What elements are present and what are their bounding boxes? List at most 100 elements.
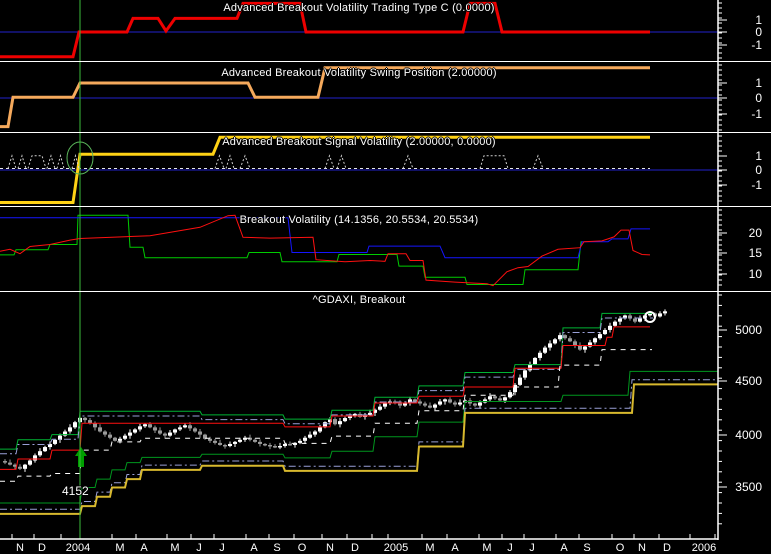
candle-body — [148, 424, 152, 428]
candle-body — [433, 404, 437, 408]
signal-bump — [532, 154, 544, 169]
pane-breakout-volatility[interactable] — [0, 214, 651, 287]
candle-body — [53, 439, 57, 444]
x-axis-month-label: N — [326, 542, 334, 554]
chart-canvas[interactable] — [0, 0, 771, 554]
y-axis-value-label: 20 — [748, 226, 762, 240]
candle-body — [228, 443, 232, 447]
candle-body — [218, 442, 222, 445]
candle-body — [183, 425, 187, 428]
series-trading-type-c — [0, 1, 650, 59]
candle-body — [113, 437, 117, 441]
pane-swing-position[interactable] — [0, 66, 718, 129]
candle-body — [438, 401, 442, 405]
x-axis-month-label: A — [140, 542, 148, 554]
candle-body — [633, 318, 637, 322]
candle-body — [38, 451, 42, 456]
candle-body — [658, 313, 662, 317]
pane-trading-type[interactable] — [0, 1, 718, 59]
signal-bump — [225, 154, 235, 169]
candle-body — [568, 338, 572, 342]
series-swing-position — [0, 66, 650, 129]
candle-body — [583, 346, 587, 350]
candle-body — [443, 399, 447, 402]
candle-body — [448, 399, 452, 403]
series-band-lower-lavender — [0, 379, 718, 510]
y-axis-value-label: 1 — [755, 149, 762, 163]
candle-body — [133, 429, 137, 433]
candle-body — [98, 427, 102, 432]
series-band-mid-red — [0, 326, 650, 470]
x-axis-month-label: M — [115, 542, 125, 554]
x-axis-month-label: J — [529, 542, 535, 554]
candle-body — [143, 424, 147, 427]
pane-gdaxi[interactable] — [0, 309, 720, 515]
x-axis-month-label: A — [250, 542, 258, 554]
candle-body — [23, 464, 27, 469]
candle-body — [618, 318, 622, 322]
candle-body — [598, 334, 602, 339]
candle-body — [173, 429, 177, 433]
y-axis-value-label: 4500 — [735, 374, 762, 388]
candle-body — [73, 422, 77, 428]
y-axis-value-label: 15 — [748, 246, 762, 260]
pane-signal-volatility[interactable] — [0, 135, 718, 205]
candle-body — [358, 413, 362, 417]
candle-body — [453, 402, 457, 405]
candle-body — [298, 440, 302, 443]
candle-body — [473, 403, 477, 406]
candle-body — [273, 446, 277, 448]
candle-body — [93, 423, 97, 428]
candle-body — [578, 345, 582, 350]
x-axis-month-label: J — [219, 542, 225, 554]
y-axis-value-label: 0 — [755, 163, 762, 177]
candle-body — [138, 426, 142, 430]
x-axis-month-label: M — [170, 542, 180, 554]
x-axis-month-label: S — [273, 542, 281, 554]
candle-body — [523, 370, 527, 378]
candle-body — [333, 419, 337, 425]
y-axis-value-label: 0 — [755, 91, 762, 105]
candle-body — [308, 434, 312, 438]
signal-bump — [7, 154, 17, 169]
candle-body — [603, 329, 607, 335]
candle-body — [18, 466, 22, 469]
signal-bump — [46, 154, 56, 169]
signal-bump — [324, 154, 335, 169]
candle-body — [158, 430, 162, 434]
candle-body — [428, 405, 432, 408]
candle-body — [193, 428, 197, 432]
x-axis-month-label: N — [16, 542, 24, 554]
candle-body — [223, 444, 227, 447]
y-axis-value-label: -1 — [751, 178, 762, 192]
series-volatility-green — [0, 214, 582, 285]
candle-body — [613, 321, 617, 326]
candle-body — [268, 444, 272, 447]
y-axis-value-label: -1 — [751, 107, 762, 121]
series-band-upper-green — [0, 312, 653, 450]
candle-body — [8, 462, 12, 465]
x-axis-month-label: S — [583, 542, 591, 554]
y-axis-value-label: 4000 — [735, 428, 762, 442]
candle-body — [418, 401, 422, 404]
candle-body — [188, 425, 192, 429]
candle-body — [488, 396, 492, 400]
x-axis-month-label: M — [482, 542, 492, 554]
candle-body — [638, 318, 642, 322]
series-volatility-red — [0, 214, 651, 287]
candle-body — [263, 443, 267, 446]
candle-body — [213, 440, 217, 443]
candle-body — [288, 443, 292, 446]
candle-body — [313, 431, 317, 435]
candle-body — [498, 398, 502, 401]
candle-body — [123, 435, 127, 439]
x-axis-month-label: 2004 — [65, 542, 91, 554]
candle-body — [398, 403, 402, 406]
signal-bump — [336, 154, 347, 169]
candle-body — [378, 406, 382, 410]
candle-body — [508, 392, 512, 398]
candle-body — [538, 352, 542, 358]
candle-body — [553, 339, 557, 344]
candle-body — [383, 403, 387, 407]
x-axis-month-label: D — [663, 542, 671, 554]
